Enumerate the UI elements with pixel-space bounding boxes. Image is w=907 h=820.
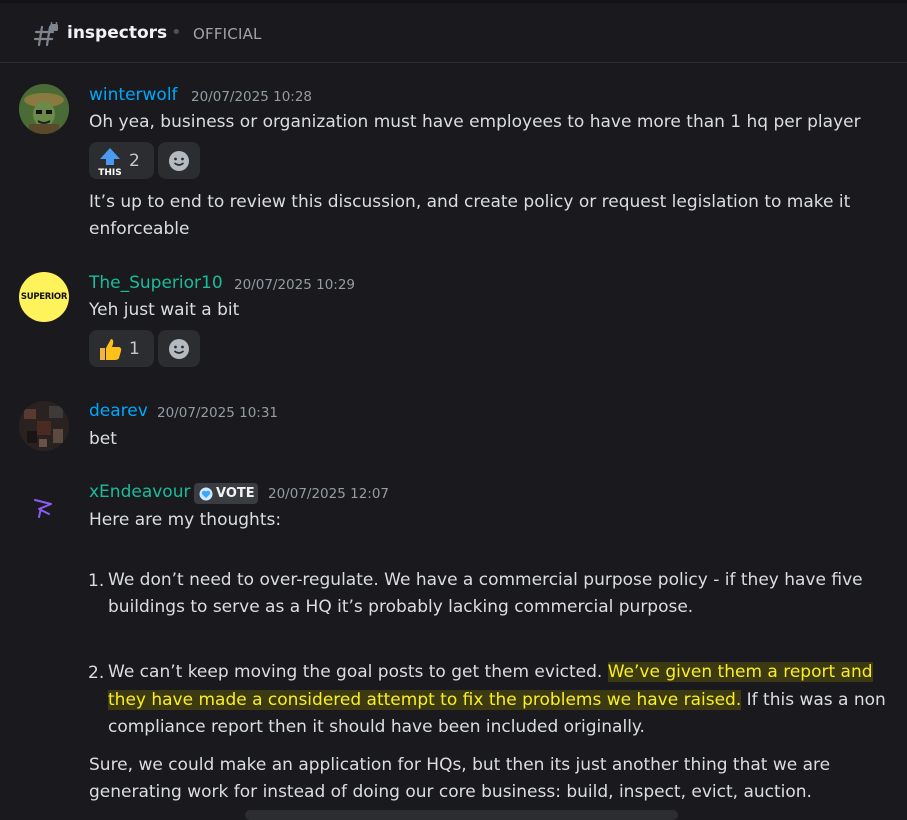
highlighted-text: We’ve given them a report and [607,662,873,682]
reaction-count: 2 [129,150,140,171]
channel-topic: OFFICIAL [193,25,262,43]
message-text: Yeh just wait a bit [89,300,240,320]
avatar-label: SUPERIOR [20,292,68,302]
smiley-icon [169,150,189,171]
message-text: generating work for instead of doing our… [89,782,812,802]
highlighted-text: they have made a considered attempt to f… [108,690,742,710]
svg-text:THIS: THIS [98,168,122,176]
list-item-text: compliance report then it should have be… [108,717,645,737]
message-text: It’s up to end to review this discussion… [89,192,851,212]
plain-text: If this was a non [741,690,886,710]
message-text: bet [89,429,117,449]
message-composer[interactable] [245,810,678,820]
avatar[interactable] [19,84,69,134]
smiley-icon [169,338,189,359]
message-author[interactable]: xEndeavour [89,482,190,502]
list-number: 1. [88,571,105,591]
vote-badge: VOTE [194,483,258,504]
avatar[interactable] [19,482,69,532]
list-item-text: We can’t keep moving the goal posts to g… [108,659,873,686]
message-text: enforceable [89,219,190,239]
list-number: 2. [88,663,105,683]
list-item-text: buildings to serve as a HQ it’s probably… [108,597,694,617]
message-timestamp: 20/07/2025 12:07 [268,486,390,502]
this-arrow-icon: THIS [98,147,122,176]
thumbs-up-icon [100,338,122,360]
message-author[interactable]: dearev [89,401,148,421]
avatar[interactable] [19,401,69,451]
reaction-count: 1 [129,338,140,359]
add-reaction-button[interactable] [158,330,200,367]
avatar[interactable]: SUPERIOR [19,272,69,322]
message-timestamp: 20/07/2025 10:29 [234,277,356,293]
reaction-button[interactable]: THIS 2 [89,142,154,179]
list-item-text: We don’t need to over-regulate. We have … [108,570,863,590]
message-text: Oh yea, business or organization must ha… [89,112,861,132]
message-author[interactable]: winterwolf [89,85,178,105]
channel-header: inspectors • OFFICIAL [0,0,907,63]
message-text: Here are my thoughts: [89,510,282,530]
message-timestamp: 20/07/2025 10:31 [157,405,279,421]
list-item-text: they have made a considered attempt to f… [108,687,886,714]
message-author[interactable]: The_Superior10 [89,273,223,293]
reaction-button[interactable]: 1 [89,330,154,367]
message-timestamp: 20/07/2025 10:28 [191,89,313,105]
channel-name[interactable]: inspectors [67,23,167,43]
heart-icon [199,487,213,500]
separator-dot: • [171,22,182,43]
badge-label: VOTE [216,486,255,501]
plain-text: We can’t keep moving the goal posts to g… [108,662,608,682]
channel-hash-icon [33,22,58,47]
message-text: Sure, we could make an application for H… [89,755,831,775]
add-reaction-button[interactable] [158,142,200,179]
